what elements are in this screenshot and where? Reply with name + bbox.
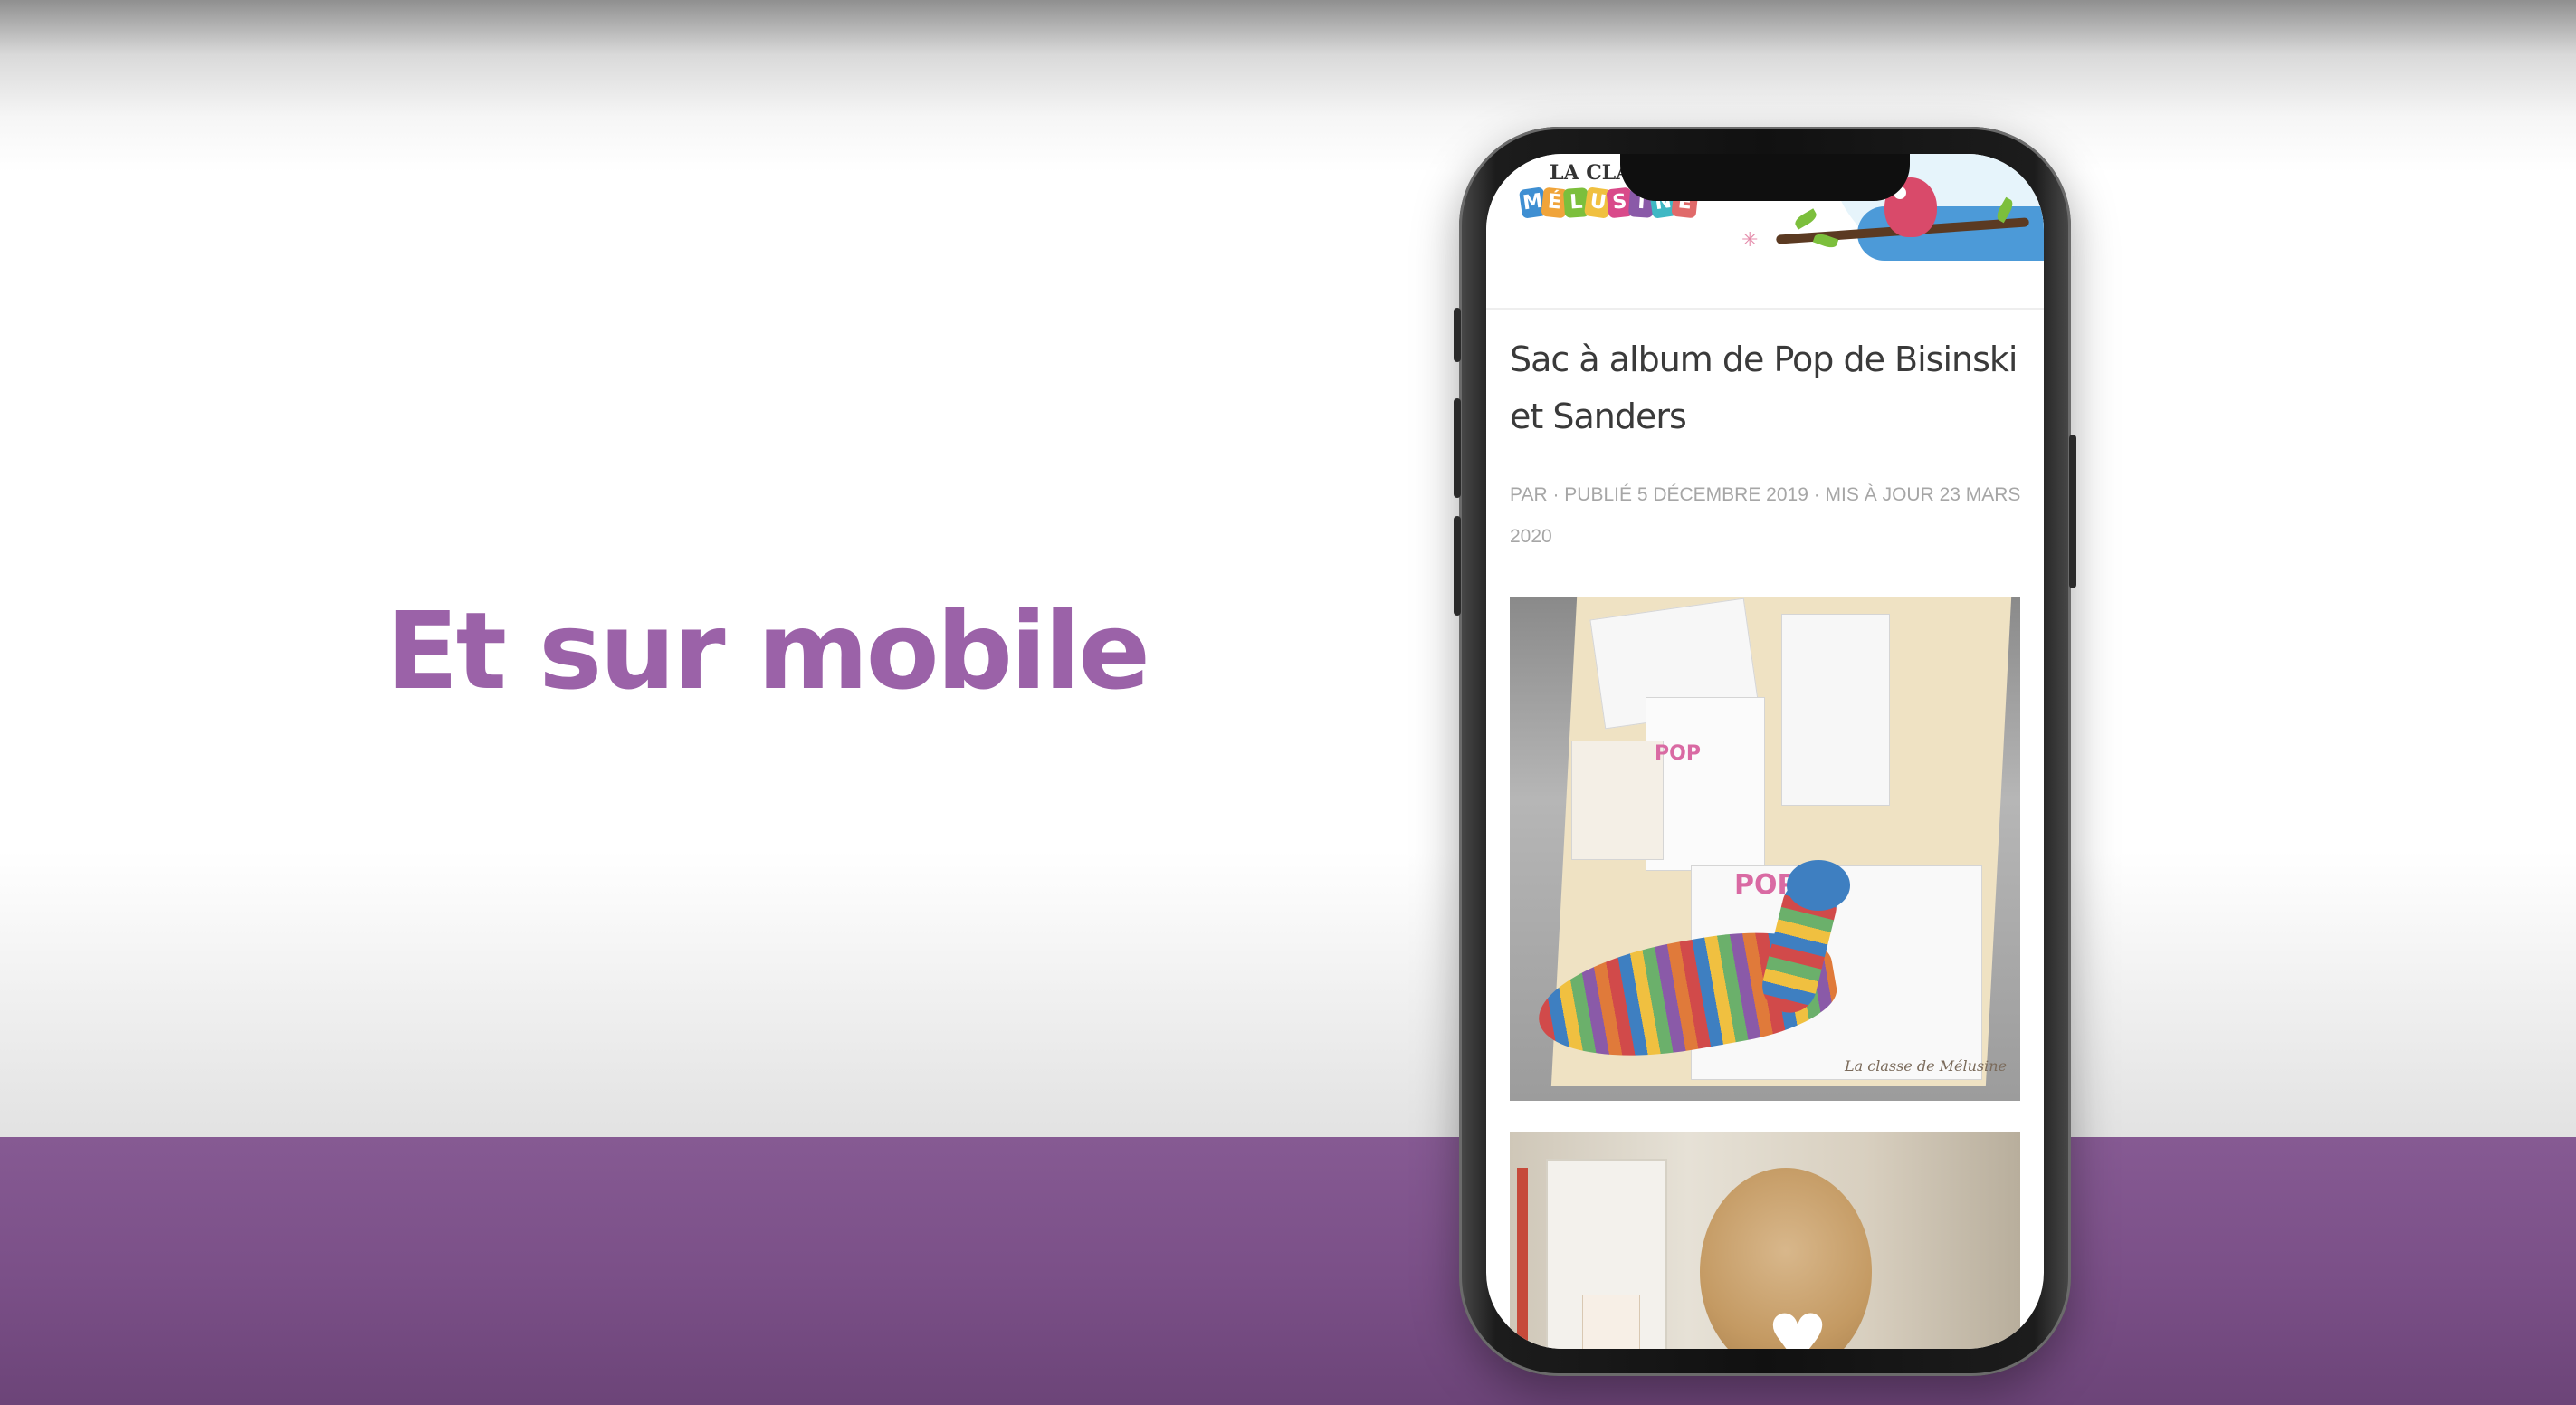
background-top bbox=[0, 0, 2576, 1137]
photo-red-stand bbox=[1517, 1168, 1528, 1349]
phone-volume-down bbox=[1454, 516, 1461, 616]
phone-mockup: ✳ LA CLASS M É L U S I N E Sac à album d… bbox=[1454, 127, 2076, 1376]
plush-dinosaur-head bbox=[1787, 860, 1850, 911]
post-photo-album-bag[interactable]: POP POP La classe de Mélusine bbox=[1510, 597, 2020, 1101]
slide-headline: Et sur mobile bbox=[386, 588, 1150, 713]
photo-bag-pouch bbox=[1781, 614, 1890, 806]
photo-signature: La classe de Mélusine bbox=[1845, 1057, 2008, 1075]
heart-icon: ♥ bbox=[1768, 1279, 1827, 1350]
phone-power-button bbox=[2069, 435, 2076, 588]
photo-book bbox=[1571, 741, 1664, 860]
phone-volume-up bbox=[1454, 398, 1461, 498]
phone-notch bbox=[1620, 154, 1910, 201]
post-title[interactable]: Sac à album de Pop de Bisinski et Sander… bbox=[1510, 331, 2029, 445]
leaf-icon bbox=[1792, 208, 1819, 230]
sparkle-icon: ✳ bbox=[1741, 228, 1759, 251]
photo-pop-label: POP bbox=[1655, 742, 1701, 765]
purple-band bbox=[0, 1137, 2576, 1405]
post-meta: PAR · PUBLIÉ 5 DÉCEMBRE 2019 · MIS À JOU… bbox=[1510, 484, 2021, 547]
phone-silent-switch bbox=[1454, 308, 1461, 362]
photo-card bbox=[1582, 1295, 1640, 1349]
phone-screen[interactable]: ✳ LA CLASS M É L U S I N E Sac à album d… bbox=[1486, 154, 2044, 1349]
post-photo-classroom[interactable]: ♥ bbox=[1510, 1132, 2020, 1349]
